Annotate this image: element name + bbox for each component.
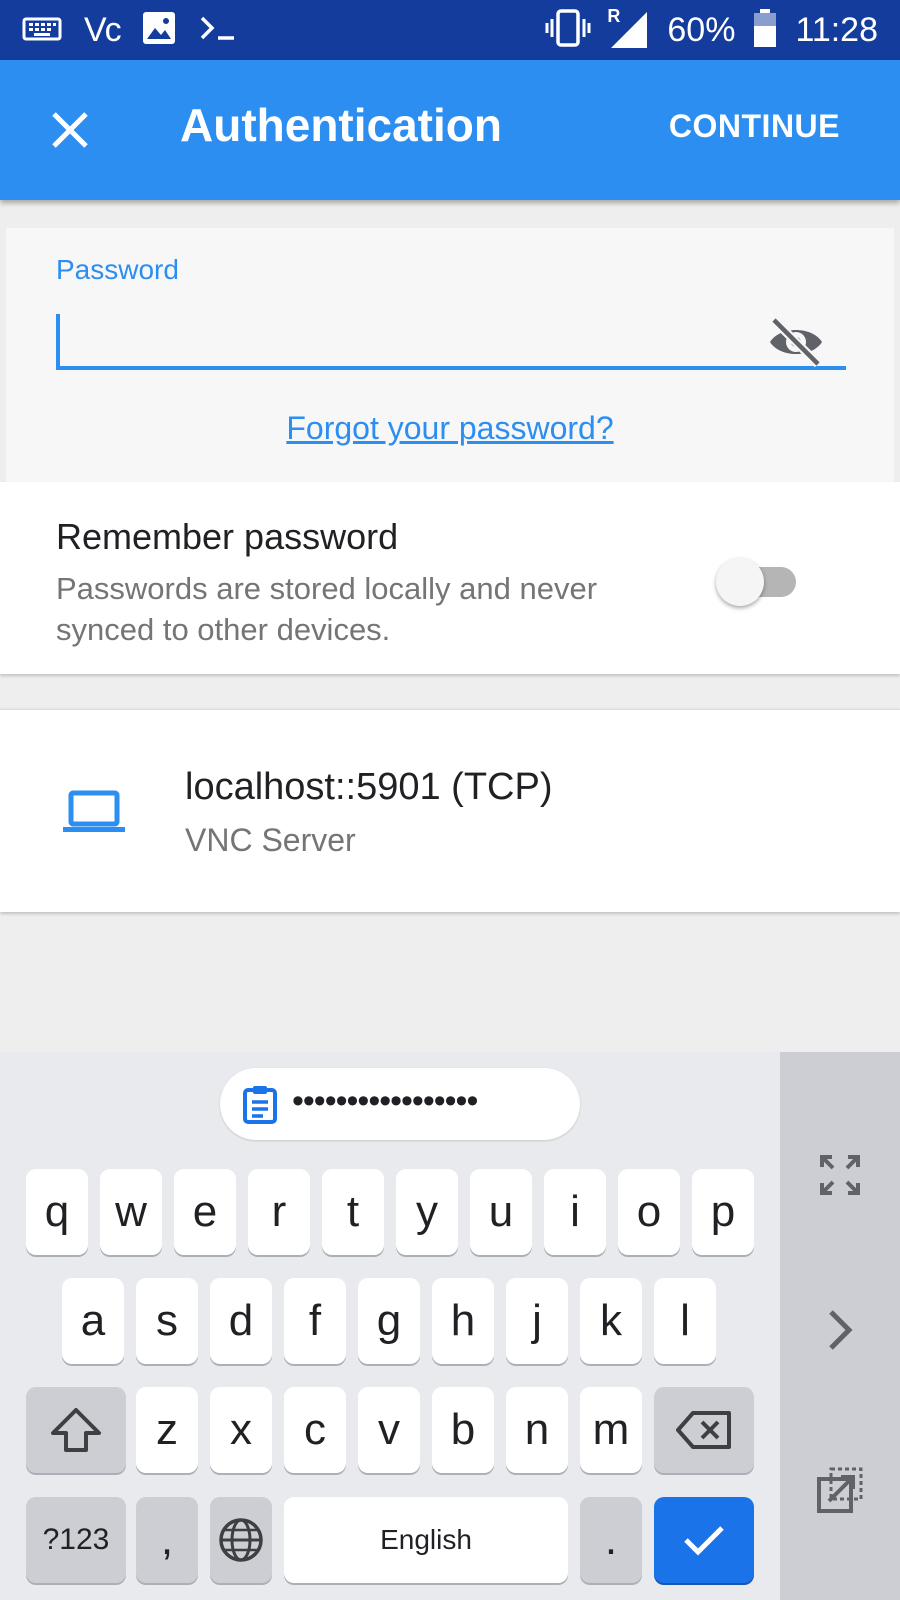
status-bar-system: R 60% 11:28 bbox=[545, 0, 878, 60]
key-t[interactable]: t bbox=[322, 1169, 384, 1255]
clipboard-suggestion-text: ••••••••••••••••• bbox=[292, 1082, 478, 1120]
clock: 11:28 bbox=[795, 10, 878, 49]
forgot-password-link[interactable]: Forgot your password? bbox=[6, 410, 894, 447]
key-b[interactable]: b bbox=[432, 1387, 494, 1473]
key-y[interactable]: y bbox=[396, 1169, 458, 1255]
close-icon bbox=[52, 112, 88, 148]
symbols-key[interactable]: ?123 bbox=[26, 1497, 126, 1583]
close-button[interactable] bbox=[40, 100, 100, 160]
key-c[interactable]: c bbox=[284, 1387, 346, 1473]
shift-icon bbox=[51, 1408, 101, 1452]
battery-percent: 60% bbox=[667, 10, 736, 49]
server-address: localhost::5901 (TCP) bbox=[185, 766, 553, 808]
toggle-visibility-button[interactable] bbox=[766, 316, 826, 368]
key-s[interactable]: s bbox=[136, 1278, 198, 1364]
key-g[interactable]: g bbox=[358, 1278, 420, 1364]
app-bar: Authentication CONTINUE bbox=[0, 60, 900, 200]
keyboard-side-panel bbox=[780, 1052, 900, 1600]
signal-roaming-icon: R bbox=[607, 6, 649, 50]
key-n[interactable]: n bbox=[506, 1387, 568, 1473]
chevron-right-icon bbox=[829, 1310, 853, 1350]
battery-icon bbox=[753, 8, 777, 53]
page-title: Authentication bbox=[180, 99, 502, 151]
image-icon bbox=[142, 11, 176, 50]
key-a[interactable]: a bbox=[62, 1278, 124, 1364]
server-type: VNC Server bbox=[185, 822, 356, 858]
keyboard-icon bbox=[22, 13, 62, 48]
password-label: Password bbox=[56, 254, 179, 285]
key-z[interactable]: z bbox=[136, 1387, 198, 1473]
remember-password-row[interactable]: Remember password Passwords are stored l… bbox=[0, 482, 900, 674]
remember-password-toggle[interactable] bbox=[716, 556, 800, 606]
space-key[interactable]: English bbox=[284, 1497, 568, 1583]
period-key[interactable]: . bbox=[580, 1497, 642, 1583]
remember-password-title: Remember password bbox=[56, 516, 399, 557]
checkmark-icon bbox=[684, 1526, 724, 1556]
key-r[interactable]: r bbox=[248, 1169, 310, 1255]
text-cursor bbox=[56, 314, 60, 370]
soft-keyboard: ••••••••••••••••• qwertyuiop asdfghjkl z… bbox=[0, 1052, 900, 1600]
remember-password-description: Passwords are stored locally and never s… bbox=[56, 571, 598, 647]
key-x[interactable]: x bbox=[210, 1387, 272, 1473]
continue-button[interactable]: CONTINUE bbox=[669, 108, 840, 145]
key-f[interactable]: f bbox=[284, 1278, 346, 1364]
enter-key[interactable] bbox=[654, 1497, 754, 1583]
float-keyboard-button[interactable] bbox=[810, 1460, 870, 1520]
key-d[interactable]: d bbox=[210, 1278, 272, 1364]
laptop-icon bbox=[62, 788, 126, 836]
key-u[interactable]: u bbox=[470, 1169, 532, 1255]
terminal-icon bbox=[198, 13, 238, 48]
backspace-key[interactable] bbox=[654, 1387, 754, 1473]
expand-keyboard-button[interactable] bbox=[810, 1145, 870, 1205]
roaming-label: R bbox=[607, 6, 621, 26]
key-q[interactable]: q bbox=[26, 1169, 88, 1255]
key-l[interactable]: l bbox=[654, 1278, 716, 1364]
password-section: Password Forgot your password? bbox=[6, 228, 894, 482]
status-bar: Vc R 60% 11:28 bbox=[0, 0, 900, 60]
toggle-thumb bbox=[716, 558, 764, 606]
shift-key[interactable] bbox=[26, 1387, 126, 1473]
key-i[interactable]: i bbox=[544, 1169, 606, 1255]
key-v[interactable]: v bbox=[358, 1387, 420, 1473]
key-o[interactable]: o bbox=[618, 1169, 680, 1255]
expand-icon bbox=[820, 1155, 860, 1195]
key-w[interactable]: w bbox=[100, 1169, 162, 1255]
comma-key[interactable]: , bbox=[136, 1497, 198, 1583]
status-bar-notifications: Vc bbox=[22, 0, 238, 60]
clipboard-icon bbox=[243, 1086, 277, 1124]
globe-icon bbox=[219, 1518, 263, 1562]
open-external-icon bbox=[817, 1467, 863, 1513]
key-h[interactable]: h bbox=[432, 1278, 494, 1364]
key-e[interactable]: e bbox=[174, 1169, 236, 1255]
key-p[interactable]: p bbox=[692, 1169, 754, 1255]
server-info: localhost::5901 (TCP) VNC Server bbox=[0, 710, 900, 912]
password-input[interactable] bbox=[56, 310, 846, 370]
backspace-icon bbox=[676, 1411, 731, 1449]
key-k[interactable]: k bbox=[580, 1278, 642, 1364]
clipboard-suggestion[interactable]: ••••••••••••••••• bbox=[220, 1068, 580, 1140]
vibrate-icon bbox=[545, 8, 591, 52]
key-m[interactable]: m bbox=[580, 1387, 642, 1473]
next-keyboard-button[interactable] bbox=[810, 1300, 870, 1360]
language-key[interactable] bbox=[210, 1497, 272, 1583]
eye-off-icon bbox=[770, 316, 822, 368]
key-j[interactable]: j bbox=[506, 1278, 568, 1364]
vnc-notification-icon: Vc bbox=[84, 10, 122, 49]
